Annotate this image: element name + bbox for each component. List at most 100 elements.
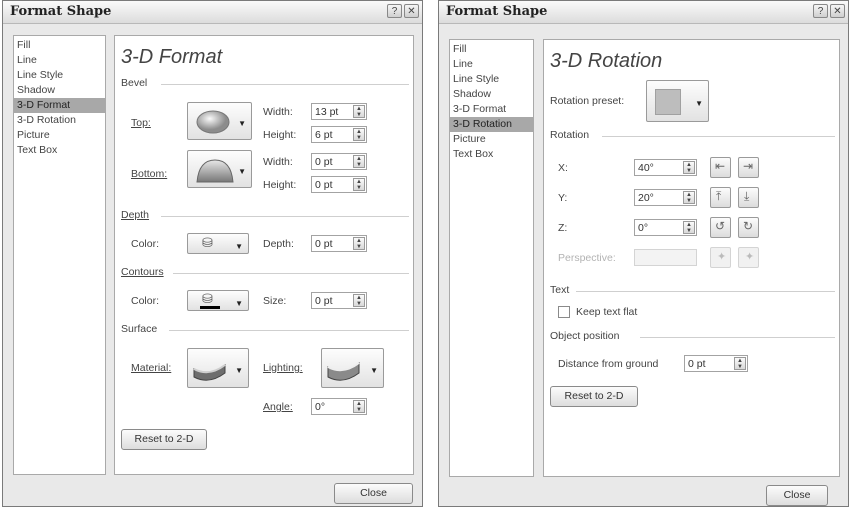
x-rotation-input[interactable]: 40° ▲ ▼ <box>634 159 697 176</box>
section-label: Surface <box>121 323 158 335</box>
help-button[interactable]: ? <box>813 4 828 18</box>
nav-item-shadow[interactable]: Shadow <box>14 83 105 98</box>
rotate-clockwise-button[interactable]: ↻ <box>738 217 759 238</box>
depth-input[interactable]: 0 pt ▲ ▼ <box>311 235 367 252</box>
material-label: Material: <box>131 362 172 374</box>
spinner-arrows-icon[interactable]: ▲ ▼ <box>353 400 365 413</box>
settings-panel: 3-D Rotation Rotation preset: ▼ Rotation… <box>543 39 840 477</box>
lighting-dropdown[interactable]: ▼ <box>321 348 384 388</box>
angle-input[interactable]: 0° ▲ ▼ <box>311 398 367 415</box>
bevel-top-dropdown[interactable]: ▼ <box>187 102 252 140</box>
chevron-down-icon: ▼ <box>235 298 243 308</box>
spinner-arrows-icon[interactable]: ▲ ▼ <box>683 221 695 234</box>
spinner-arrows-icon[interactable]: ▲ ▼ <box>734 357 746 370</box>
help-button[interactable]: ? <box>387 4 402 18</box>
contour-size-input[interactable]: 0 pt ▲ ▼ <box>311 292 367 309</box>
bevel-top-label: Top: <box>131 117 151 129</box>
section-label: Rotation <box>550 129 590 141</box>
rotate-up-button[interactable]: ⤒ <box>710 187 731 208</box>
distance-from-ground-label: Distance from ground <box>558 358 659 370</box>
value: 0 pt <box>315 238 333 250</box>
value: 6 pt <box>315 129 333 141</box>
keep-text-flat-label[interactable]: Keep text flat <box>576 306 637 318</box>
spinner-arrows-icon[interactable]: ▲ ▼ <box>353 128 365 141</box>
material-dropdown[interactable]: ▼ <box>187 348 249 388</box>
nav-item-shadow[interactable]: Shadow <box>450 87 533 102</box>
value: 13 pt <box>315 106 339 118</box>
nav-item-line[interactable]: Line <box>14 53 105 68</box>
keep-text-flat-checkbox[interactable] <box>558 306 570 318</box>
close-button[interactable]: Close <box>334 483 413 504</box>
section-rotation: Rotation <box>550 129 835 143</box>
y-rotation-input[interactable]: 20° ▲ ▼ <box>634 189 697 206</box>
material-surface-icon <box>193 364 226 381</box>
section-label: Depth <box>121 209 150 221</box>
nav-item-3d-rotation[interactable]: 3-D Rotation <box>450 117 533 132</box>
spinner-arrows-icon[interactable]: ▲ ▼ <box>353 294 365 307</box>
distance-from-ground-input[interactable]: 0 pt ▲ ▼ <box>684 355 748 372</box>
depth-label: Depth: <box>263 238 294 250</box>
nav-item-picture[interactable]: Picture <box>450 132 533 147</box>
spinner-arrows-icon[interactable]: ▲ ▼ <box>353 237 365 250</box>
spinner-arrows-icon[interactable]: ▲ ▼ <box>353 105 365 118</box>
contour-color-label: Color: <box>131 295 160 307</box>
rotate-down-button[interactable]: ⤓ <box>738 187 759 208</box>
contour-size-label: Size: <box>263 295 287 307</box>
nav-item-text-box[interactable]: Text Box <box>450 147 533 162</box>
nav-item-3d-rotation[interactable]: 3-D Rotation <box>14 113 105 128</box>
preset-square-icon <box>655 89 681 115</box>
close-x-button[interactable]: ✕ <box>404 4 419 18</box>
value: 0 pt <box>315 179 333 191</box>
contour-color-dropdown[interactable]: ⛁ ▼ <box>187 290 249 311</box>
rotate-right-button[interactable]: ⇥ <box>738 157 759 178</box>
bevel-circle-icon <box>196 110 230 134</box>
reset-to-2d-button[interactable]: Reset to 2-D <box>121 429 207 450</box>
bevel-top-height-label: Height: <box>263 129 297 141</box>
bevel-bottom-width-input[interactable]: 0 pt ▲ ▼ <box>311 153 367 170</box>
nav-item-line-style[interactable]: Line Style <box>14 68 105 83</box>
nav-item-line[interactable]: Line <box>450 57 533 72</box>
narrow-icon: ✦ <box>717 251 727 263</box>
spinner-arrows-icon[interactable]: ▲ ▼ <box>683 191 695 204</box>
rotate-left-button[interactable]: ⇤ <box>710 157 731 178</box>
rotate-counterclockwise-button[interactable]: ↺ <box>710 217 731 238</box>
depth-color-dropdown[interactable]: ⛁ ▼ <box>187 233 249 254</box>
perspective-input <box>634 249 697 266</box>
value: 0 pt <box>315 156 333 168</box>
nav-item-fill[interactable]: Fill <box>450 42 533 57</box>
bevel-top-width-input[interactable]: 13 pt ▲ ▼ <box>311 103 367 120</box>
nav-item-line-style[interactable]: Line Style <box>450 72 533 87</box>
nav-item-text-box[interactable]: Text Box <box>14 143 105 158</box>
perspective-decrease-button: ✦ <box>710 247 731 268</box>
nav-item-picture[interactable]: Picture <box>14 128 105 143</box>
nav-item-3d-format[interactable]: 3-D Format <box>14 98 105 113</box>
color-swatch <box>200 306 220 309</box>
nav-item-fill[interactable]: Fill <box>14 38 105 53</box>
spinner-arrows-icon[interactable]: ▲ ▼ <box>353 155 365 168</box>
bevel-bottom-dropdown[interactable]: ▼ <box>187 150 252 188</box>
spinner-arrows-icon[interactable]: ▲ ▼ <box>353 178 365 191</box>
dialog-title: Format Shape <box>10 4 112 19</box>
spinner-arrows-icon[interactable]: ▲ ▼ <box>683 161 695 174</box>
bevel-bottom-label: Bottom: <box>131 168 168 180</box>
bevel-top-height-input[interactable]: 6 pt ▲ ▼ <box>311 126 367 143</box>
bevel-bottom-height-input[interactable]: 0 pt ▲ ▼ <box>311 176 367 193</box>
settings-panel: 3-D Format Bevel Top: ▼ Width: 13 pt ▲ ▼ … <box>114 35 414 475</box>
close-button[interactable]: Close <box>766 485 828 506</box>
x-label: X: <box>558 162 568 174</box>
reset-to-2d-button[interactable]: Reset to 2-D <box>550 386 638 407</box>
nav-item-3d-format[interactable]: 3-D Format <box>450 102 533 117</box>
chevron-down-icon: ▼ <box>238 167 246 176</box>
rotation-preset-dropdown[interactable]: ▼ <box>646 80 709 122</box>
rotation-preset-label: Rotation preset: <box>550 95 625 107</box>
value: 0 pt <box>315 295 333 307</box>
panel-heading: 3-D Format <box>121 46 223 68</box>
z-rotation-input[interactable]: 0° ▲ ▼ <box>634 219 697 236</box>
depth-color-label: Color: <box>131 238 160 250</box>
bevel-slope-icon <box>196 159 234 183</box>
dialog-title: Format Shape <box>446 4 548 19</box>
close-x-button[interactable]: ✕ <box>830 4 845 18</box>
value: 40° <box>638 162 654 174</box>
category-list: Fill Line Line Style Shadow 3-D Format 3… <box>13 35 106 475</box>
section-surface: Surface <box>121 323 409 337</box>
